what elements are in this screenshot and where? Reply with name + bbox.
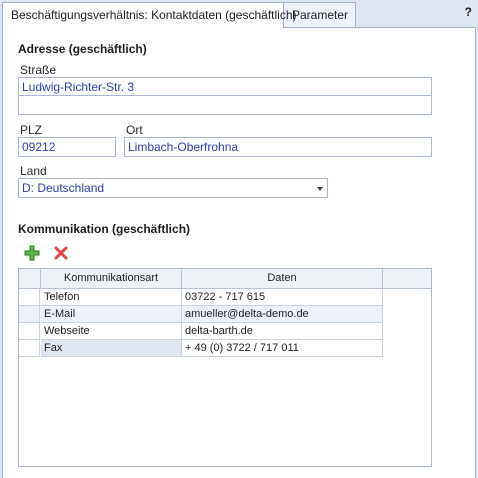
ort-label: Ort xyxy=(126,123,143,137)
row-indicator[interactable] xyxy=(19,306,40,323)
chevron-down-icon[interactable] xyxy=(317,187,323,191)
cell-kommunikationsart[interactable]: Fax xyxy=(41,340,182,357)
street-input[interactable]: Ludwig-Richter-Str. 3 xyxy=(18,77,432,96)
communication-section-title: Kommunikation (geschäftlich) xyxy=(18,222,191,236)
plz-label: PLZ xyxy=(20,123,43,137)
row-indicator[interactable] xyxy=(19,323,40,340)
content-panel: Adresse (geschäftlich) Straße Ludwig-Ric… xyxy=(2,27,476,478)
cell-daten[interactable]: delta-barth.de xyxy=(182,323,383,340)
table-header: Kommunikationsart Daten xyxy=(19,269,431,289)
street-label: Straße xyxy=(20,63,57,77)
communication-table: Kommunikationsart Daten Telefon 03722 - … xyxy=(18,268,432,467)
land-select-value: D: Deutschland xyxy=(22,181,105,195)
column-header-kommunikationsart[interactable]: Kommunikationsart xyxy=(41,269,182,288)
land-label: Land xyxy=(20,164,47,178)
help-button[interactable]: ? xyxy=(465,5,472,19)
row-indicator[interactable] xyxy=(19,289,40,306)
land-select[interactable]: D: Deutschland xyxy=(18,178,328,198)
cell-kommunikationsart[interactable]: Webseite xyxy=(41,323,182,340)
cell-daten[interactable]: amueller@delta-demo.de xyxy=(182,306,383,323)
tab-bar: Beschäftigungsverhältnis: Kontaktdaten (… xyxy=(0,0,478,28)
tab-kontaktdaten[interactable]: Beschäftigungsverhältnis: Kontaktdaten (… xyxy=(2,2,297,28)
cell-kommunikationsart[interactable]: E-Mail xyxy=(41,306,182,323)
row-indicator[interactable] xyxy=(19,340,40,357)
table-row[interactable]: Fax + 49 (0) 3722 / 717 011 xyxy=(19,340,383,357)
table-row[interactable]: Webseite delta-barth.de xyxy=(19,323,383,340)
delete-x-icon[interactable] xyxy=(53,245,69,261)
header-indicator-cell xyxy=(19,269,41,288)
cell-daten[interactable]: 03722 - 717 615 xyxy=(182,289,383,306)
plz-input[interactable]: 09212 xyxy=(18,137,116,157)
ort-input[interactable]: Limbach-Oberfrohna xyxy=(124,137,432,157)
cell-kommunikationsart[interactable]: Telefon xyxy=(41,289,182,306)
cell-daten[interactable]: + 49 (0) 3722 / 717 011 xyxy=(182,340,383,357)
tab-parameter-label: Parameter xyxy=(292,8,349,22)
table-row[interactable]: Telefon 03722 - 717 615 xyxy=(19,289,383,306)
tab-kontaktdaten-label: Beschäftigungsverhältnis: Kontaktdaten (… xyxy=(11,8,297,22)
address-section-title: Adresse (geschäftlich) xyxy=(18,42,147,56)
street2-input[interactable] xyxy=(18,96,432,115)
plus-icon[interactable] xyxy=(24,245,40,261)
table-row[interactable]: E-Mail amueller@delta-demo.de xyxy=(19,306,383,323)
column-header-daten[interactable]: Daten xyxy=(182,269,383,288)
